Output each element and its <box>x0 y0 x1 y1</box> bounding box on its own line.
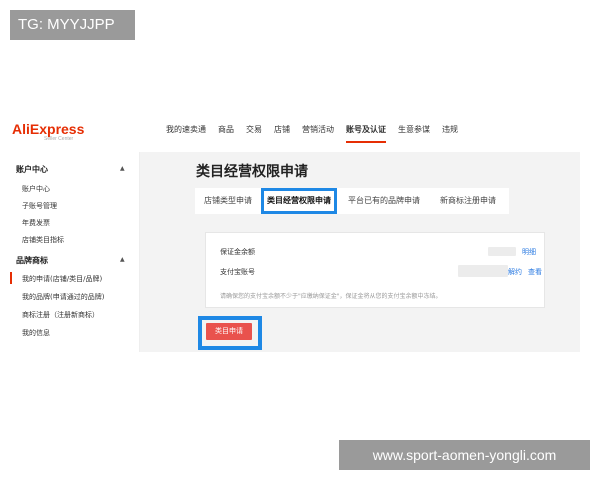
main-content: 类目经营权限申请 店铺类型申请 类目经营权限申请 平台已有的品牌申请 新商标注册… <box>140 152 580 352</box>
unbind-link[interactable]: 解约 <box>508 267 522 277</box>
aliexpress-logo[interactable]: AliExpress <box>12 121 84 137</box>
logo-subtitle: Seller Center <box>44 136 74 142</box>
blurred-alipay-account <box>458 265 508 277</box>
sidebar-item-annual-fee-invoice[interactable]: 年费发票 <box>22 218 50 228</box>
apply-button-highlight: 类目申请 <box>198 316 262 350</box>
nav-store[interactable]: 店铺 <box>274 125 290 143</box>
active-indicator <box>10 272 12 284</box>
nav-account-certification[interactable]: 账号及认证 <box>346 125 386 143</box>
deposit-details-link[interactable]: 明细 <box>522 247 536 257</box>
seller-center-screenshot: AliExpress Seller Center 我的速卖通 商品 交易 店铺 … <box>10 112 580 352</box>
sidebar-item-my-brands[interactable]: 我的品牌(申请通过的品牌) <box>22 292 104 302</box>
nav-orders[interactable]: 交易 <box>246 125 262 143</box>
chevron-up-icon[interactable]: ▲ <box>120 256 125 263</box>
category-apply-button[interactable]: 类目申请 <box>206 323 252 340</box>
sidebar-item-account-center[interactable]: 账户中心 <box>22 184 50 194</box>
main-nav: 我的速卖通 商品 交易 店铺 营销活动 账号及认证 生意参谋 违规 <box>166 125 470 143</box>
sidebar-item-my-applications[interactable]: 我的申请(店铺/类目/品牌) <box>22 274 102 284</box>
sidebar-item-sub-accounts[interactable]: 子账号管理 <box>22 201 57 211</box>
tab-store-type[interactable]: 店铺类型申请 <box>195 188 261 214</box>
view-link[interactable]: 查看 <box>528 267 542 277</box>
page-title: 类目经营权限申请 <box>196 164 308 180</box>
sidebar: 账户中心 ▲ 账户中心 子账号管理 年费发票 店铺类目指标 品牌商标 ▲ 我的申… <box>10 152 140 352</box>
nav-violations[interactable]: 违规 <box>442 125 458 143</box>
sidebar-group-account[interactable]: 账户中心 <box>16 164 48 175</box>
chevron-up-icon[interactable]: ▲ <box>120 165 125 172</box>
deposit-note: 请确保您的支付宝余额不少于"应缴纳保证金"，保证金将从您的支付宝余额中冻结。 <box>220 293 442 300</box>
blurred-deposit-value <box>488 247 516 256</box>
top-navigation-bar: AliExpress Seller Center 我的速卖通 商品 交易 店铺 … <box>10 112 580 150</box>
tab-category-permission[interactable]: 类目经营权限申请 <box>261 188 337 214</box>
alipay-account-label: 支付宝账号 <box>220 268 255 276</box>
watermark-tag: TG: MYYJJPP <box>10 10 135 40</box>
tab-new-trademark[interactable]: 新商标注册申请 <box>431 188 505 214</box>
nav-business-analytics[interactable]: 生意参谋 <box>398 125 430 143</box>
sidebar-item-trademark-registration[interactable]: 商标注册（注册新商标） <box>22 310 99 320</box>
sidebar-item-store-category-metrics[interactable]: 店铺类目指标 <box>22 235 64 245</box>
nav-my-aliexpress[interactable]: 我的速卖通 <box>166 125 206 143</box>
deposit-panel: 保证金余额 明细 支付宝账号 解约 查看 请确保您的支付宝余额不少于"应缴纳保证… <box>205 232 545 308</box>
sidebar-group-brand-trademark[interactable]: 品牌商标 <box>16 255 48 266</box>
deposit-balance-label: 保证金余额 <box>220 248 255 256</box>
nav-marketing[interactable]: 营销活动 <box>302 125 334 143</box>
watermark-site: www.sport-aomen-yongli.com <box>339 440 590 470</box>
application-tabs: 店铺类型申请 类目经营权限申请 平台已有的品牌申请 新商标注册申请 <box>195 188 509 214</box>
tab-existing-brand[interactable]: 平台已有的品牌申请 <box>341 188 427 214</box>
sidebar-item-my-info[interactable]: 我的信息 <box>22 328 50 338</box>
nav-products[interactable]: 商品 <box>218 125 234 143</box>
